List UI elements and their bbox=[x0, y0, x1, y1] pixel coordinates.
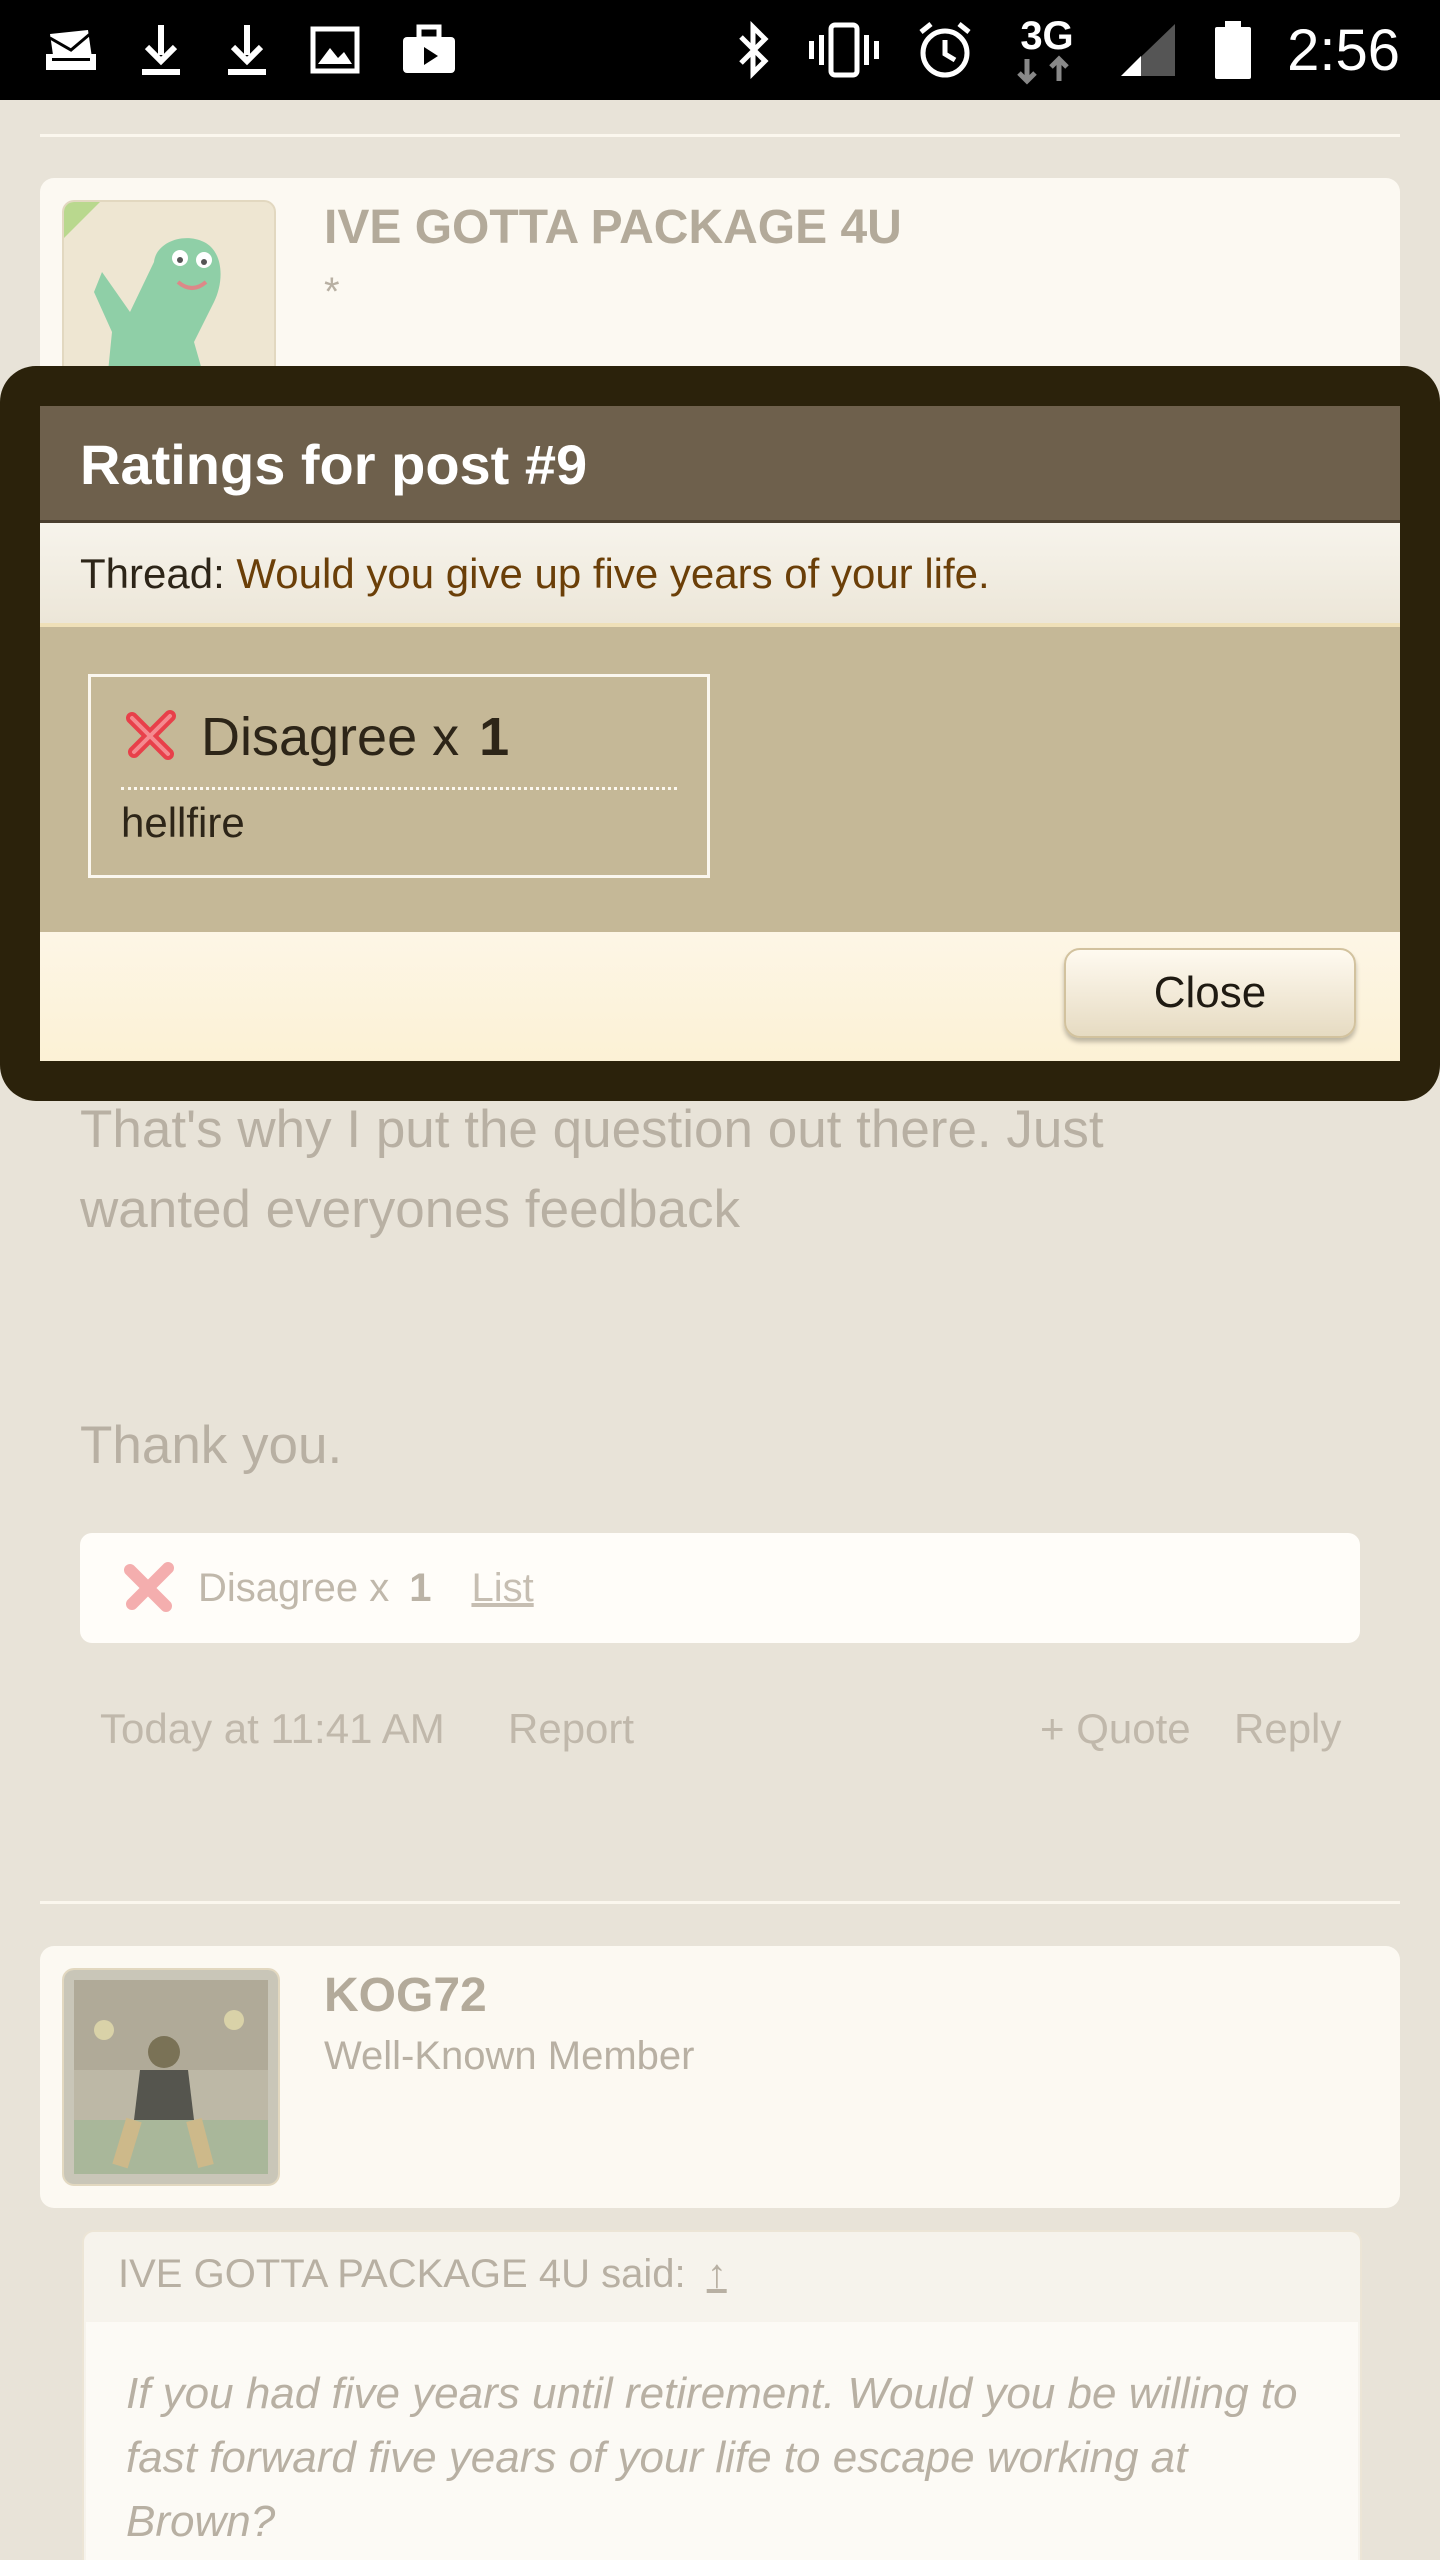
rating-name: Disagree x bbox=[201, 706, 460, 767]
post-timestamp[interactable]: Today at 11:41 AM bbox=[100, 1705, 445, 1753]
quote-link[interactable]: + Quote bbox=[1040, 1705, 1191, 1753]
post-author-card: KOG72 Well-Known Member bbox=[40, 1946, 1400, 2208]
ratings-list-link[interactable]: List bbox=[471, 1566, 533, 1611]
post-body-line: That's why I put the question out there.… bbox=[80, 1100, 1104, 1159]
rating-card: Disagree x 1 hellfire bbox=[88, 674, 710, 878]
post-username[interactable]: IVE GOTTA PACKAGE 4U bbox=[324, 200, 902, 255]
rating-header: Disagree x 1 bbox=[123, 705, 509, 768]
mail-icon bbox=[44, 28, 98, 72]
reply-link[interactable]: Reply bbox=[1234, 1705, 1341, 1753]
thread-info: Thread: Would you give up five years of … bbox=[80, 550, 990, 598]
rating-label: Disagree x bbox=[198, 1565, 390, 1610]
image-icon bbox=[310, 26, 360, 74]
thread-label: Thread: bbox=[80, 550, 225, 597]
disagree-icon bbox=[123, 705, 181, 768]
briefcase-icon bbox=[400, 23, 458, 77]
modal-header: Ratings for post #9 bbox=[40, 406, 1400, 523]
notification-icons bbox=[0, 23, 458, 77]
signal-icon bbox=[1119, 22, 1179, 78]
clock: 2:56 bbox=[1287, 17, 1400, 83]
rating-separator bbox=[121, 787, 677, 790]
post-thanks: Thank you. bbox=[80, 1416, 343, 1475]
report-link[interactable]: Report bbox=[508, 1705, 634, 1753]
ratings-modal: Ratings for post #9 Thread: Would you gi… bbox=[40, 406, 1400, 1061]
quote-attribution: IVE GOTTA PACKAGE 4U said: ↑ bbox=[118, 2252, 727, 2297]
disagree-icon bbox=[122, 1558, 178, 1619]
modal-thread-bar: Thread: Would you give up five years of … bbox=[40, 523, 1400, 627]
download-icon bbox=[224, 23, 270, 77]
user-title: Well-Known Member bbox=[324, 2034, 695, 2078]
bluetooth-icon bbox=[733, 21, 773, 79]
download-icon bbox=[138, 23, 184, 77]
post-body-line: wanted everyones feedback bbox=[80, 1180, 740, 1239]
avatar[interactable] bbox=[62, 1968, 280, 2186]
post-body: That's why I put the question out there.… bbox=[80, 1090, 1300, 1250]
quote-block: IVE GOTTA PACKAGE 4U said: ↑ If you had … bbox=[82, 2230, 1362, 2560]
user-title: * bbox=[324, 270, 340, 314]
modal-footer: Close bbox=[40, 932, 1400, 1061]
vibrate-icon bbox=[807, 21, 881, 79]
jump-to-post-icon[interactable]: ↑ bbox=[707, 2252, 727, 2296]
modal-title: Ratings for post #9 bbox=[80, 433, 588, 496]
quote-body: If you had five years until retirement. … bbox=[86, 2322, 1358, 2560]
quote-author: IVE GOTTA PACKAGE 4U said: bbox=[118, 2252, 686, 2296]
post-username[interactable]: KOG72 bbox=[324, 1968, 487, 2023]
rating-count: 1 bbox=[479, 706, 510, 767]
divider bbox=[40, 134, 1400, 137]
quote-text: If you had five years until retirement. … bbox=[126, 2369, 1298, 2546]
divider bbox=[40, 1901, 1400, 1904]
close-button[interactable]: Close bbox=[1064, 948, 1356, 1038]
network-type-label: 3G bbox=[1020, 15, 1073, 58]
battery-icon bbox=[1213, 19, 1253, 81]
network-3g-icon: 3G bbox=[1009, 15, 1085, 85]
thread-link[interactable]: Would you give up five years of your lif… bbox=[236, 550, 989, 597]
system-icons: 3G 2:56 bbox=[733, 15, 1440, 85]
post-ratings-bar: Disagree x 1 List bbox=[80, 1533, 1360, 1643]
status-bar: 3G 2:56 bbox=[0, 0, 1440, 100]
alarm-icon bbox=[915, 20, 975, 80]
rater-username[interactable]: hellfire bbox=[121, 799, 245, 847]
rating-count: 1 bbox=[409, 1565, 432, 1610]
